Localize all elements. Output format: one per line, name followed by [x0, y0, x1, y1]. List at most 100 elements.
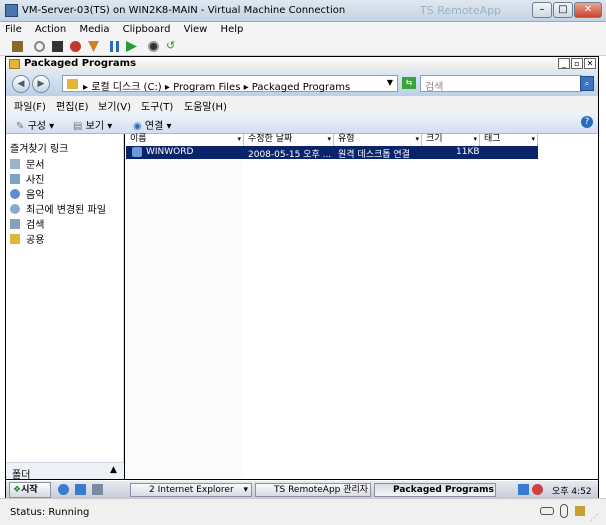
favorite-pictures[interactable]: 사진 — [10, 171, 44, 186]
menu-help[interactable]: Help — [216, 22, 249, 37]
organize-icon: ✎ — [16, 121, 28, 132]
address-field[interactable]: ▸ 로컬 디스크 (C:) ▸ Program Files ▸ Packaged… — [62, 75, 398, 93]
chevron-up-icon: ▲ — [110, 465, 117, 475]
file-row[interactable]: WINWORD 2008-05-15 오후 ... 원격 데스크톱 연결 11K… — [126, 146, 538, 160]
turn-off-icon[interactable] — [52, 41, 63, 52]
network-tray-icon[interactable] — [518, 484, 529, 495]
keyboard-icon — [540, 507, 554, 515]
menu-action[interactable]: Action — [30, 22, 71, 37]
vm-window-titlebar: VM-Server-03(TS) on WIN2K8-MAIN - Virtua… — [0, 0, 606, 22]
command-bar: ✎ 구성 ▾ ▤ 보기 ▾ ◉ 연결 ▾ ? — [6, 112, 598, 134]
public-folder-icon — [10, 234, 20, 244]
column-size-dropdown-icon[interactable]: ▾ — [473, 134, 477, 145]
column-name-dropdown-icon[interactable]: ▾ — [237, 134, 241, 145]
search-icon[interactable]: ⌕ — [580, 76, 594, 91]
vm-toolbar: ↺ — [0, 38, 606, 56]
menu-file[interactable]: File — [0, 22, 27, 37]
navigation-pane: 즐겨찾기 링크 문서 사진 음악 최근에 변경된 파일 검색 공용 — [6, 134, 124, 479]
file-type: 원격 데스크톱 연결 — [338, 150, 410, 160]
vm-window-title: VM-Server-03(TS) on WIN2K8-MAIN - Virtua… — [22, 5, 346, 16]
taskbar: ❖시작 2 Internet Explorer ▾ TS RemoteApp 관리… — [6, 480, 598, 498]
menu-help-ko[interactable]: 도움말(H) — [184, 98, 227, 113]
address-path: ▸ 로컬 디스크 (C:) ▸ Program Files ▸ Packaged… — [83, 82, 351, 93]
recent-icon — [10, 204, 20, 214]
search-placeholder: 검색 — [425, 82, 444, 93]
favorite-searches[interactable]: 검색 — [10, 216, 44, 231]
views-icon: ▤ — [73, 121, 86, 132]
organize-button[interactable]: ✎ 구성 ▾ — [16, 117, 54, 132]
address-folder-icon — [67, 79, 78, 89]
searches-icon — [10, 219, 20, 229]
menu-media[interactable]: Media — [74, 22, 114, 37]
task-internet-explorer[interactable]: 2 Internet Explorer ▾ — [130, 483, 252, 497]
explorer-title: Packaged Programs — [24, 58, 137, 69]
explorer-restore-button[interactable]: ▫ — [571, 58, 583, 69]
column-modified[interactable]: 수정한 날짜 ▾ — [244, 134, 334, 146]
explorer-menubar: 파일(F) 편집(E) 보기(V) 도구(T) 도움말(H) — [6, 96, 598, 113]
back-icon[interactable]: ◀ — [12, 75, 30, 93]
start-button[interactable]: ❖시작 — [9, 482, 51, 498]
menu-view[interactable]: View — [179, 22, 213, 37]
ctrl-alt-del-icon[interactable] — [12, 41, 23, 52]
column-name[interactable]: 이름 ▾ — [126, 134, 244, 146]
address-bar-area: ◀ ▶ ▸ 로컬 디스크 (C:) ▸ Program Files ▸ Pack… — [6, 71, 598, 96]
refresh-icon[interactable]: ⇆ — [402, 77, 416, 89]
revert-icon[interactable]: ↺ — [166, 40, 177, 52]
menu-edit-ko[interactable]: 편집(E) — [56, 98, 89, 113]
start-vm-icon[interactable] — [34, 41, 45, 52]
task-packaged-programs[interactable]: Packaged Programs — [374, 483, 496, 497]
close-button[interactable]: ✕ — [574, 2, 602, 18]
vm-menubar: File Action Media Clipboard View Help — [0, 22, 606, 38]
address-dropdown-icon[interactable]: ▼ — [387, 78, 393, 87]
snapshot-icon[interactable] — [148, 41, 159, 52]
music-icon — [10, 189, 20, 199]
explorer-titlebar: Packaged Programs _ ▫ ✕ — [6, 57, 598, 71]
documents-icon — [10, 159, 20, 169]
column-modified-dropdown-icon[interactable]: ▾ — [327, 134, 331, 145]
maximize-button[interactable]: □ — [553, 2, 573, 18]
pictures-icon — [10, 174, 20, 184]
windows-logo-icon: ❖ — [13, 485, 22, 495]
task-ts-remoteapp[interactable]: TS RemoteApp 관리자 — [255, 483, 371, 497]
server-manager-icon[interactable] — [92, 484, 103, 495]
column-type[interactable]: 유형 ▾ — [334, 134, 422, 146]
folders-toggle[interactable]: 폴더 ▲ — [6, 462, 124, 481]
show-desktop-icon[interactable] — [75, 484, 86, 495]
volume-tray-icon[interactable] — [532, 484, 543, 495]
forward-icon[interactable]: ▶ — [32, 75, 50, 93]
favorite-music[interactable]: 음악 — [10, 186, 44, 201]
pause-icon[interactable] — [110, 41, 119, 52]
shutdown-icon[interactable] — [70, 41, 81, 52]
file-name: WINWORD — [146, 147, 194, 157]
favorite-documents[interactable]: 문서 — [10, 156, 44, 171]
views-button[interactable]: ▤ 보기 ▾ — [73, 117, 112, 132]
explorer-minimize-button[interactable]: _ — [558, 58, 570, 69]
menu-tools-ko[interactable]: 도구(T) — [141, 98, 173, 113]
reset-icon[interactable] — [126, 41, 137, 52]
column-tags[interactable]: 태그 ▾ — [480, 134, 538, 146]
help-icon[interactable]: ? — [581, 116, 593, 128]
internet-explorer-quicklaunch-icon[interactable] — [58, 484, 69, 495]
menu-clipboard[interactable]: Clipboard — [118, 22, 176, 37]
column-size[interactable]: 크기 ▾ — [422, 134, 480, 146]
file-modified: 2008-05-15 오후 ... — [248, 150, 332, 160]
favorite-public[interactable]: 공용 — [10, 231, 44, 246]
favorite-recent[interactable]: 최근에 변경된 파일 — [10, 201, 106, 216]
menu-view-ko[interactable]: 보기(V) — [98, 98, 131, 113]
save-state-icon[interactable] — [88, 41, 99, 52]
explorer-close-button[interactable]: ✕ — [584, 58, 596, 69]
connect-button[interactable]: ◉ 연결 ▾ — [133, 117, 172, 132]
folders-label: 폴더 — [12, 470, 31, 481]
column-type-dropdown-icon[interactable]: ▾ — [415, 134, 419, 145]
name-column-shade — [125, 146, 243, 479]
resize-grip-icon[interactable]: ⋰ — [590, 513, 598, 522]
vm-app-icon — [5, 4, 18, 17]
task-group-dropdown-icon: ▾ — [243, 485, 248, 495]
favorites-header: 즐겨찾기 링크 — [10, 144, 69, 155]
clock[interactable]: 오후 4:52 — [552, 484, 592, 497]
lock-icon — [575, 506, 585, 516]
minimize-button[interactable]: – — [532, 2, 552, 18]
column-tags-dropdown-icon[interactable]: ▾ — [531, 134, 535, 145]
search-field[interactable]: 검색 — [420, 75, 582, 93]
menu-file-ko[interactable]: 파일(F) — [14, 98, 46, 113]
